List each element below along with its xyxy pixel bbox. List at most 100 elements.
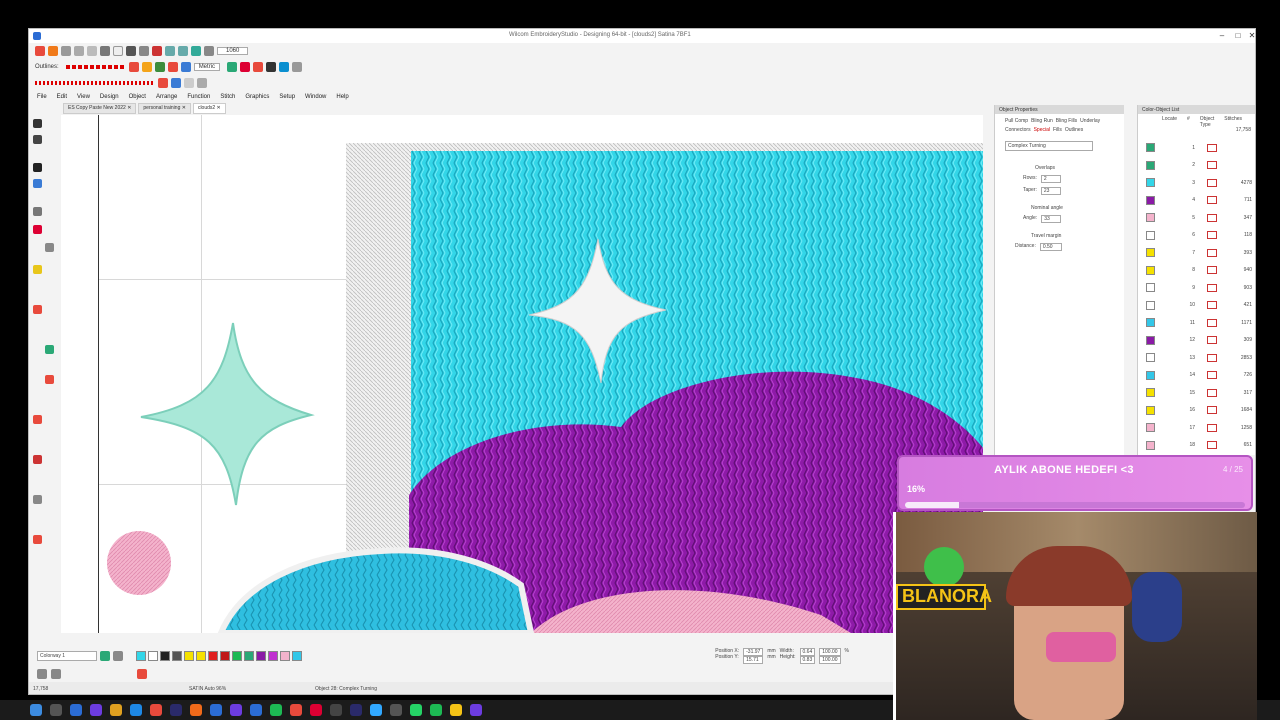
app-icon[interactable] (450, 704, 462, 716)
menu-view[interactable]: View (77, 94, 90, 100)
tatami-icon[interactable] (154, 62, 165, 72)
paste-icon[interactable] (100, 46, 110, 56)
palette-swatch[interactable] (244, 651, 254, 661)
scale-height-field[interactable]: 100.00 (819, 656, 841, 664)
color-object-row[interactable]: 12 309 (1144, 332, 1252, 350)
tab-locate[interactable]: Locate (1162, 116, 1177, 128)
scissors-icon[interactable] (152, 46, 162, 56)
palette-swatch[interactable] (220, 651, 230, 661)
tab-pull-comp[interactable]: Pull Comp (1005, 118, 1028, 124)
palette-swatch[interactable] (136, 651, 146, 661)
color-object-row[interactable]: 2 (1144, 157, 1252, 175)
photoshop-icon[interactable] (370, 704, 382, 716)
print-icon[interactable] (139, 46, 149, 56)
color-object-row[interactable]: 8 940 (1144, 262, 1252, 280)
width-field[interactable]: 0.64 (799, 648, 816, 656)
cut-icon[interactable] (74, 46, 84, 56)
color-object-row[interactable]: 14 726 (1144, 367, 1252, 385)
palette-swatch[interactable] (268, 651, 278, 661)
document-icon[interactable] (113, 46, 123, 56)
maximize-button[interactable]: □ (1231, 30, 1245, 42)
twitch-icon[interactable] (230, 704, 242, 716)
fill-tool-icon[interactable] (33, 265, 42, 274)
doc-tab-active[interactable]: clouds2 ✕ (192, 103, 226, 114)
app-icon[interactable] (390, 704, 402, 716)
measure-tool-icon[interactable] (33, 495, 42, 504)
lettering-icon[interactable] (171, 78, 181, 88)
app-icon[interactable] (90, 704, 102, 716)
lettering-tool-icon[interactable] (33, 179, 42, 188)
text-tool-icon[interactable] (33, 163, 42, 172)
redraw-icon[interactable] (137, 669, 147, 679)
save-icon[interactable] (126, 46, 136, 56)
travel-icon[interactable] (191, 46, 201, 56)
tab-bling-run[interactable]: Bling Run (1031, 118, 1053, 124)
app-icon[interactable] (210, 704, 222, 716)
doc-tab[interactable]: ES Copy Paste New 2022 ✕ (63, 103, 137, 114)
pink-tool-icon[interactable] (45, 375, 54, 384)
app-icon[interactable] (130, 704, 142, 716)
color-object-row[interactable]: 6 118 (1144, 227, 1252, 245)
applique-icon[interactable] (158, 78, 168, 88)
design-canvas[interactable] (61, 115, 983, 633)
app-icon[interactable] (330, 704, 342, 716)
view-icon[interactable] (51, 669, 61, 679)
task-view-icon[interactable] (50, 704, 62, 716)
start-icon[interactable] (30, 704, 42, 716)
applique-tool-icon[interactable] (33, 415, 42, 424)
illustrator-icon[interactable] (190, 704, 202, 716)
tab-fills[interactable]: Fills (1053, 127, 1062, 133)
palette-swatch[interactable] (292, 651, 302, 661)
color-object-row[interactable]: 16 1684 (1144, 402, 1252, 420)
chrome-icon[interactable] (290, 704, 302, 716)
scale-width-field[interactable]: 100.00 (819, 648, 841, 656)
app-icon[interactable] (250, 704, 262, 716)
colorway-icon[interactable] (100, 651, 110, 661)
palette-swatch[interactable] (196, 651, 206, 661)
digitize-tool-icon[interactable] (33, 207, 42, 216)
units-select[interactable]: Metric (193, 63, 221, 71)
flip-icon[interactable] (184, 78, 194, 88)
stop-tool-icon[interactable] (33, 225, 42, 234)
outline-tool-icon[interactable] (33, 305, 42, 314)
menu-window[interactable]: Window (305, 94, 326, 100)
color-object-row[interactable]: 11 1171 (1144, 314, 1252, 332)
taper-field[interactable]: 23 (1040, 187, 1061, 195)
reshape-icon[interactable] (227, 62, 238, 72)
tab-outlines[interactable]: Outlines (1065, 127, 1083, 133)
tab-underlay[interactable]: Underlay (1080, 118, 1100, 124)
menu-help[interactable]: Help (336, 94, 348, 100)
app-icon[interactable] (150, 704, 162, 716)
color-object-row[interactable]: 4 711 (1144, 192, 1252, 210)
distance-field[interactable]: 0.50 (1039, 243, 1062, 251)
stop-icon[interactable] (240, 62, 251, 72)
copy-icon[interactable] (87, 46, 97, 56)
tab-connectors[interactable]: Connectors (1005, 127, 1031, 133)
branch-tool-icon[interactable] (45, 345, 54, 354)
whatsapp-icon[interactable] (410, 704, 422, 716)
position-y-field[interactable]: 15.71 (743, 656, 764, 664)
bling-tool-icon[interactable] (33, 455, 42, 464)
menu-arrange[interactable]: Arrange (156, 94, 177, 100)
color-object-row[interactable]: 7 393 (1144, 244, 1252, 262)
menu-stitch[interactable]: Stitch (220, 94, 235, 100)
fill-type-select[interactable]: Complex Turning (1005, 141, 1093, 151)
palette-swatch[interactable] (148, 651, 158, 661)
color-object-row[interactable]: 17 1258 (1144, 419, 1252, 437)
color-object-row[interactable]: 10 421 (1144, 297, 1252, 315)
heart-icon[interactable] (253, 62, 264, 72)
arrange-icon[interactable] (292, 62, 303, 72)
stitch-types-icon[interactable] (35, 81, 155, 85)
fill-icon[interactable] (128, 62, 139, 72)
palette-swatch[interactable] (256, 651, 266, 661)
menu-setup[interactable]: Setup (279, 94, 295, 100)
app-icon[interactable] (430, 704, 442, 716)
grid-icon[interactable] (180, 62, 191, 72)
minimize-button[interactable]: – (1215, 30, 1229, 42)
pin-icon[interactable] (61, 46, 71, 56)
colorway-select[interactable]: Colorway 1 (37, 651, 97, 661)
satin-icon[interactable] (141, 62, 152, 72)
doc-tab[interactable]: personal training ✕ (138, 103, 191, 114)
menu-object[interactable]: Object (129, 94, 146, 100)
view-icon[interactable] (37, 669, 47, 679)
